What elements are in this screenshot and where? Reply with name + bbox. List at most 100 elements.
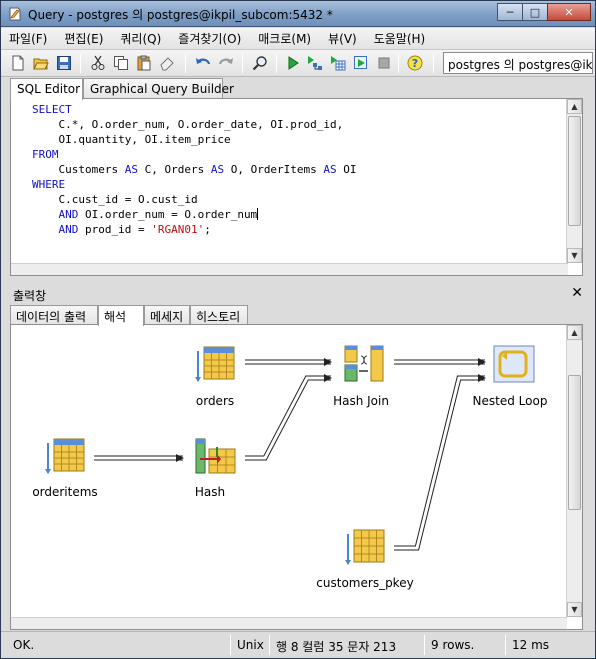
tab-history[interactable]: 히스토리: [190, 305, 248, 325]
output-pane-header: 출력창 ✕: [1, 284, 595, 304]
status-cursor-position: 행 8 컬럼 35 문자 213: [276, 640, 397, 654]
toolbar: ? postgres 의 postgres@ikpi: [1, 50, 595, 77]
scroll-down-arrow-icon[interactable]: ▼: [567, 248, 582, 263]
sql-line: SELECT: [32, 102, 357, 117]
tab-messages[interactable]: 메세지: [144, 305, 190, 325]
sql-code[interactable]: SELECT C.*, O.order_num, O.order_date, O…: [32, 102, 357, 237]
explain-plan-graph: [45, 345, 535, 565]
copy-icon[interactable]: [112, 54, 130, 72]
app-icon: [9, 7, 21, 21]
menu-file[interactable]: 파일(F): [9, 30, 47, 47]
status-message: OK.: [13, 638, 35, 652]
eraser-icon[interactable]: [158, 54, 176, 72]
search-icon[interactable]: [251, 54, 269, 72]
svg-text:?: ?: [412, 57, 418, 70]
tab-graphical-query-builder[interactable]: Graphical Query Builder: [83, 78, 234, 99]
menu-help[interactable]: 도움말(H): [374, 30, 426, 47]
plan-vertical-scrollbar[interactable]: ▲ ▼: [566, 325, 582, 617]
menu-favorites[interactable]: 즐겨찾기(O): [178, 30, 241, 47]
orders-table-icon[interactable]: [195, 346, 235, 382]
plan-horizontal-scrollbar[interactable]: [11, 617, 567, 629]
status-line-ending: Unix: [237, 638, 264, 652]
menu-bar: 파일(F) 편집(E) 쿼리(Q) 즐겨찾기(O) 매크로(M) 뷰(V) 도움…: [1, 28, 595, 50]
explain-query-icon[interactable]: [306, 54, 324, 72]
sql-line: C.*, O.order_num, O.order_date, OI.prod_…: [32, 117, 357, 132]
sql-line: OI.quantity, OI.item_price: [32, 132, 357, 147]
minimize-button[interactable]: ─: [497, 3, 523, 21]
menu-edit[interactable]: 편집(E): [64, 30, 103, 47]
maximize-button[interactable]: □: [522, 3, 548, 21]
sql-keyword: AS: [124, 163, 138, 176]
sql-string: 'RGAN01': [151, 223, 205, 236]
output-close-icon[interactable]: ✕: [571, 285, 583, 301]
sql-line: Customers AS C, Orders AS O, OrderItems …: [32, 162, 357, 177]
plan-edges: [94, 358, 486, 551]
sql-text: Customers: [32, 163, 125, 176]
execute-pgscript-icon[interactable]: [352, 54, 370, 72]
sql-editor[interactable]: SELECT C.*, O.order_num, O.order_date, O…: [10, 98, 583, 276]
node-label-customers-pkey: customers_pkey: [316, 576, 414, 590]
sql-text: ;: [204, 223, 211, 236]
connection-select[interactable]: postgres 의 postgres@ikpi: [443, 52, 593, 74]
execute-icon[interactable]: [284, 54, 302, 72]
nested-loop-icon[interactable]: [493, 345, 535, 383]
sql-text: prod_id =: [78, 223, 152, 236]
sql-keyword: AS: [210, 163, 225, 176]
tab-data-output[interactable]: 데이터의 출력: [10, 305, 98, 325]
hash-join-icon[interactable]: [344, 345, 384, 382]
node-label-nested-loop: Nested Loop: [472, 394, 548, 408]
explain-plan: orders Hash Join Nested Loop orderitems …: [10, 324, 583, 630]
sql-text: OI: [336, 163, 357, 176]
sql-keyword: SELECT: [32, 103, 72, 116]
scroll-down-arrow-icon[interactable]: ▼: [567, 602, 582, 617]
sql-line: AND prod_id = 'RGAN01';: [32, 222, 357, 237]
text-caret: [257, 208, 259, 220]
menu-macros[interactable]: 매크로(M): [258, 30, 311, 47]
save-icon[interactable]: [55, 54, 73, 72]
help-icon[interactable]: ?: [406, 54, 424, 72]
stop-icon[interactable]: [375, 54, 393, 72]
scroll-up-arrow-icon[interactable]: ▲: [567, 99, 582, 114]
node-label-hash: Hash: [194, 485, 226, 499]
sql-keyword: AS: [323, 163, 337, 176]
sql-text: OI.order_num = O.order_num: [78, 208, 258, 221]
sql-line: AND OI.order_num = O.order_num: [32, 207, 357, 222]
output-pane-title: 출력창: [13, 289, 47, 303]
editor-vertical-scrollbar[interactable]: ▲ ▼: [566, 99, 582, 263]
editor-horizontal-scrollbar[interactable]: [11, 263, 568, 275]
close-button[interactable]: ✕: [547, 3, 591, 21]
menu-view[interactable]: 뷰(V): [328, 30, 357, 47]
scroll-thumb[interactable]: [568, 375, 581, 510]
status-bar: OK. Unix 행 8 컬럼 35 문자 213 9 rows. 12 ms: [1, 631, 595, 658]
undo-icon[interactable]: [194, 54, 212, 72]
customers-pkey-index-icon[interactable]: [345, 529, 385, 565]
open-folder-icon[interactable]: [32, 54, 50, 72]
tab-sql-editor[interactable]: SQL Editor: [10, 78, 83, 100]
redo-icon[interactable]: [217, 54, 235, 72]
new-file-icon[interactable]: [9, 54, 27, 72]
status-elapsed-time: 12 ms: [512, 638, 550, 652]
sql-text: C.cust_id = O.cust_id: [32, 193, 198, 206]
sql-line: FROM: [32, 147, 357, 162]
hash-icon[interactable]: [195, 438, 236, 474]
scroll-up-arrow-icon[interactable]: ▲: [567, 325, 582, 340]
node-label-orderitems: orderitems: [32, 485, 98, 499]
sql-line: C.cust_id = O.cust_id: [32, 192, 357, 207]
title-bar[interactable]: Query - postgres 의 postgres@ikpil_subcom…: [1, 1, 595, 27]
cut-icon[interactable]: [89, 54, 107, 72]
scroll-thumb[interactable]: [568, 116, 581, 226]
sql-keyword: WHERE: [32, 178, 66, 191]
sql-text: O, OrderItems: [224, 163, 324, 176]
sql-keyword: AND: [58, 223, 79, 236]
paste-icon[interactable]: [135, 54, 153, 72]
menu-query[interactable]: 쿼리(Q): [120, 30, 161, 47]
orderitems-table-icon[interactable]: [45, 438, 85, 474]
sql-text: C.*, O.order_num, O.order_date, OI.prod_…: [32, 118, 344, 131]
execute-to-file-icon[interactable]: [329, 54, 347, 72]
sql-keyword: AND: [58, 208, 79, 221]
sql-text: C, Orders: [137, 163, 211, 176]
sql-line: WHERE: [32, 177, 357, 192]
tab-explain[interactable]: 해석: [98, 305, 144, 326]
